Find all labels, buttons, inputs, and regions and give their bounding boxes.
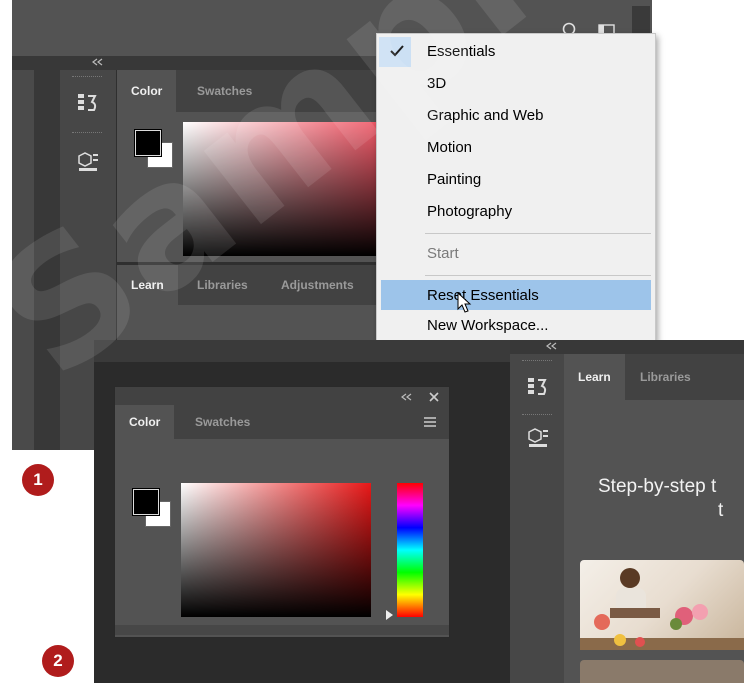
grip [522, 414, 552, 417]
grip [522, 360, 552, 363]
learn-panel-tabbar: Learn Libraries [564, 354, 744, 400]
panel-resize-bar[interactable] [115, 625, 449, 635]
menu-item-reset-essentials[interactable]: Reset Essentials [427, 282, 539, 310]
floating-panel-titlebar[interactable] [115, 387, 449, 405]
foreground-color-swatch[interactable] [132, 488, 160, 516]
tab-swatches[interactable]: Swatches [181, 405, 264, 439]
tutorial-thumbnail[interactable] [580, 560, 744, 650]
collapse-arrows-icon[interactable] [92, 58, 104, 66]
menu-item-graphic-and-web[interactable]: Graphic and Web [427, 102, 543, 130]
panel-icon-strip [510, 354, 565, 683]
foreground-color-swatch[interactable] [134, 129, 162, 157]
learn-panel: Learn Libraries Step-by-step t t [564, 354, 744, 683]
collapse-arrows-icon[interactable] [401, 393, 413, 401]
menu-separator [425, 233, 651, 234]
tab-learn[interactable]: Learn [564, 354, 625, 400]
menu-item-3d[interactable]: 3D [427, 70, 446, 98]
tab-libraries[interactable]: Libraries [183, 265, 262, 305]
grip [72, 132, 102, 135]
learn-heading-line-2: t [718, 500, 724, 521]
learn-heading-line-1: Step-by-step t [598, 476, 717, 497]
menu-item-painting[interactable]: Painting [427, 166, 481, 194]
step-badge-1: 1 [22, 464, 54, 496]
color-field[interactable] [181, 483, 371, 617]
menu-item-motion[interactable]: Motion [427, 134, 472, 162]
floating-color-panel: Color Swatches [114, 386, 450, 638]
mouse-pointer-icon [457, 292, 472, 313]
menu-item-photography[interactable]: Photography [427, 198, 512, 226]
hue-slider[interactable] [397, 483, 423, 617]
collapse-arrows-icon[interactable] [546, 342, 558, 350]
history-icon[interactable] [526, 376, 550, 398]
menu-item-essentials[interactable]: Essentials [427, 38, 495, 66]
tab-swatches[interactable]: Swatches [183, 70, 266, 112]
tab-adjustments[interactable]: Adjustments [267, 265, 368, 305]
tutorial-thumbnail[interactable] [580, 660, 744, 683]
tab-color[interactable]: Color [115, 405, 175, 439]
canvas-top-bar [94, 340, 510, 362]
screenshot-2: Color Swatches Learn Libraries Step-by-s… [94, 340, 744, 683]
menu-item-start: Start [427, 245, 459, 262]
grip [72, 76, 102, 79]
tab-libraries[interactable]: Libraries [626, 354, 705, 400]
3d-icon[interactable] [76, 150, 100, 172]
florist-photo-icon [580, 568, 744, 650]
hue-slider-handle-icon[interactable] [385, 609, 395, 621]
tab-color[interactable]: Color [117, 70, 177, 112]
panel-menu-icon[interactable] [423, 417, 437, 427]
color-field[interactable] [183, 122, 393, 256]
close-icon[interactable] [429, 392, 439, 402]
canvas-edge [34, 70, 60, 450]
step-badge-2: 2 [42, 645, 74, 677]
floating-color-tabbar: Color Swatches [115, 405, 449, 439]
menu-separator [425, 275, 651, 276]
3d-icon[interactable] [526, 426, 550, 448]
workspace-menu: Essentials 3D Graphic and Web Motion Pai… [376, 33, 656, 343]
history-icon[interactable] [76, 92, 100, 114]
checkmark-icon [390, 45, 404, 57]
menu-item-new-workspace[interactable]: New Workspace... [427, 312, 548, 340]
tab-learn[interactable]: Learn [117, 265, 178, 305]
